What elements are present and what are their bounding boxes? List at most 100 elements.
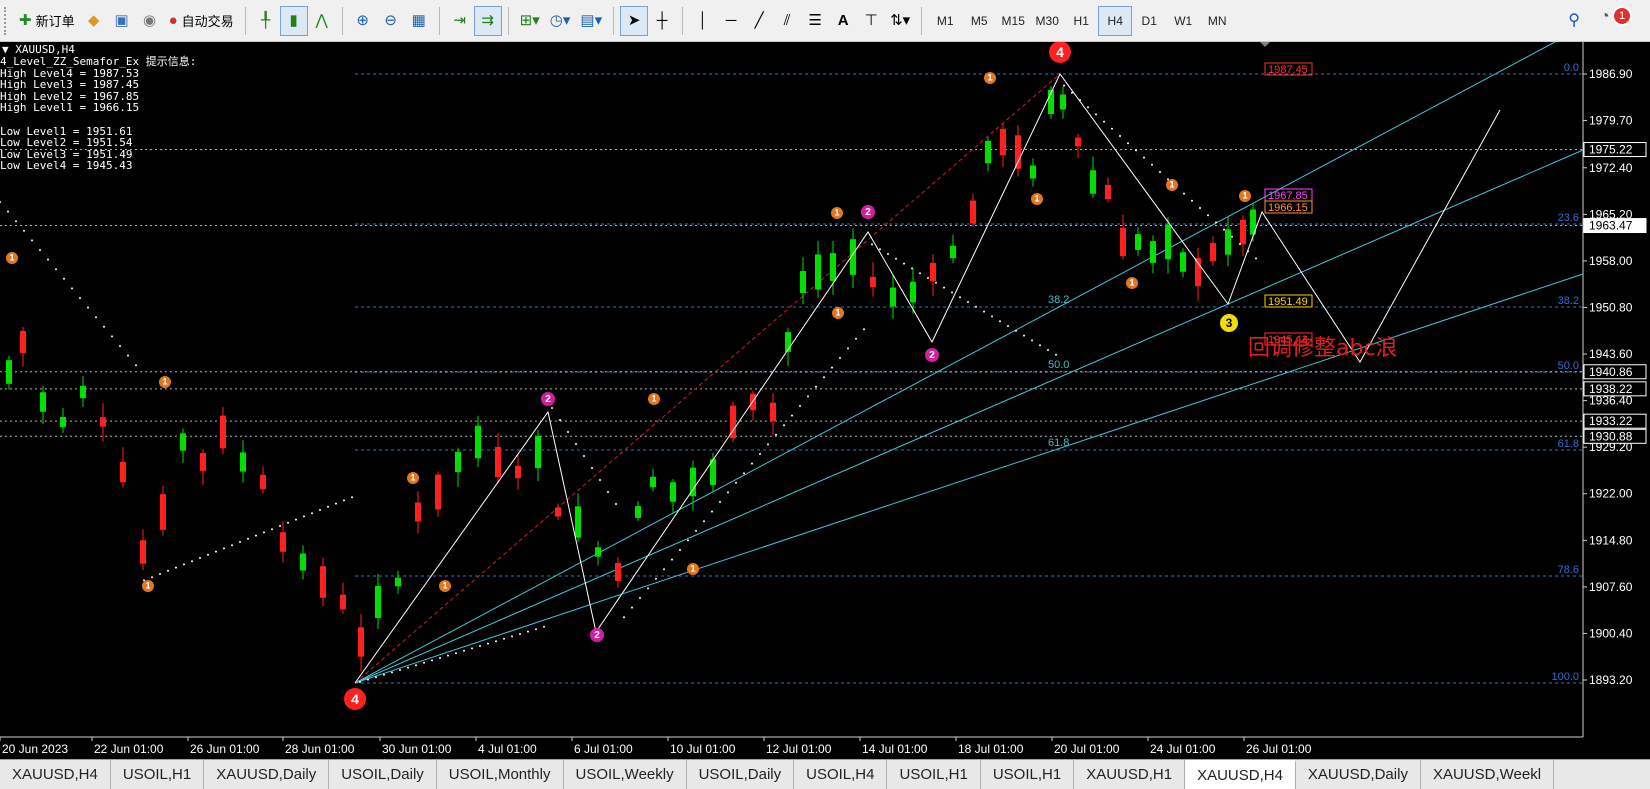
chart-tab[interactable]: USOIL,H1: [980, 760, 1075, 789]
notifications-button[interactable]: ◔ 1: [1600, 6, 1632, 34]
timeframe-h4[interactable]: H4: [1098, 5, 1133, 36]
sar-dot: [439, 657, 441, 659]
sar-dot: [999, 320, 1001, 323]
candle-body: [1135, 234, 1141, 250]
zoom-in-button[interactable]: ⊕: [349, 6, 377, 36]
chart-tab[interactable]: USOIL,H1: [110, 760, 205, 789]
sar-dot: [951, 291, 953, 294]
fibonacci-button[interactable]: ☰: [801, 6, 829, 36]
chart-tab[interactable]: XAUUSD,H4: [0, 760, 111, 789]
toolbar-grip[interactable]: [4, 6, 10, 35]
chart-shift-button[interactable]: ⇥: [446, 6, 474, 36]
periods-button[interactable]: ◷▾: [545, 6, 576, 36]
fib-inner-label: 38.2: [1048, 294, 1069, 306]
timeframe-m15[interactable]: M15: [996, 6, 1030, 36]
candle-body: [815, 254, 821, 290]
tile-windows-button[interactable]: ▦: [405, 6, 433, 36]
candle-body: [635, 506, 641, 518]
chart-tab[interactable]: XAUUSD,Daily: [204, 760, 330, 789]
sar-dot: [423, 661, 425, 664]
sar-dot: [1039, 344, 1041, 347]
new-order-button[interactable]: ✚ 新订单: [14, 6, 80, 36]
vertical-line-button[interactable]: │: [689, 6, 717, 36]
chart-tab[interactable]: XAUUSD,Daily: [1295, 760, 1421, 789]
text-label-button[interactable]: ⊤: [857, 6, 885, 36]
sar-dot: [1151, 163, 1153, 166]
sar-dot: [807, 395, 809, 398]
semafor-label: 1: [1034, 194, 1039, 204]
semafor-label: 1: [145, 581, 150, 591]
auto-scroll-button[interactable]: ⇉: [473, 5, 502, 36]
price-chart[interactable]: 0.0 23.6 38.2 50.0 61.8 78.6 100.0 38.2 50.0 61.8…: [0, 42, 1650, 759]
time-axis-label: 14 Jul 01:00: [862, 742, 928, 756]
auto-trading-button[interactable]: ● 自动交易: [164, 6, 239, 36]
chart-tab[interactable]: USOIL,Weekly: [563, 760, 687, 789]
chart-tab[interactable]: XAUUSD,H1: [1074, 760, 1186, 789]
semafor-label: 1: [9, 253, 14, 263]
chart-tab[interactable]: USOIL,Monthly: [436, 760, 564, 789]
candle-body: [100, 417, 106, 427]
chart-tab[interactable]: USOIL,Daily: [329, 760, 437, 789]
chart-tab[interactable]: USOIL,H1: [887, 760, 981, 789]
chart-shift-marker[interactable]: [1260, 42, 1270, 47]
cursor-button[interactable]: ➤: [620, 5, 649, 36]
candle-body: [1120, 227, 1126, 257]
line-chart-button[interactable]: ⋀: [308, 6, 336, 36]
templates-button[interactable]: ▤▾: [575, 6, 607, 36]
chart-tab[interactable]: XAUUSD,H4: [1185, 760, 1296, 789]
timeframe-m1[interactable]: M1: [928, 6, 962, 36]
time-axis-label: 20 Jun 2023: [2, 742, 68, 756]
arrows-button[interactable]: ⇅▾: [885, 6, 915, 36]
equidistant-channel-button[interactable]: ⫽: [773, 6, 801, 36]
chart-tab[interactable]: XAUUSD,Weekl: [1420, 760, 1555, 789]
candle-body: [300, 553, 306, 571]
sar-dot: [751, 462, 753, 465]
sar-dot: [463, 649, 465, 652]
fib-level-label: 23.6: [1558, 212, 1579, 224]
meta-editor-button[interactable]: ◆: [80, 6, 108, 36]
semafor-label: 1: [442, 581, 447, 591]
candle-body: [220, 415, 226, 449]
price-axis-label: 1943.60: [1589, 347, 1633, 361]
price-tag-label: 1940.86: [1589, 365, 1633, 379]
time-axis-label: 28 Jun 01:00: [285, 742, 355, 756]
indicators-button[interactable]: ⊞▾: [515, 6, 545, 36]
chart-canvas[interactable]: 0.0 23.6 38.2 50.0 61.8 78.6 100.0 38.2 50.0 61.8…: [0, 42, 1650, 759]
bar-chart-button[interactable]: ╀: [252, 6, 280, 36]
horizontal-line-button[interactable]: ─: [717, 6, 745, 36]
sar-dot: [407, 666, 409, 669]
sar-dot: [911, 267, 913, 270]
sar-dot: [303, 515, 305, 518]
sar-dot: [1055, 353, 1057, 356]
crosshair-button[interactable]: ┼: [648, 6, 676, 36]
sar-dot: [335, 502, 337, 505]
chart-tab[interactable]: USOIL,H4: [794, 760, 888, 789]
sar-dot: [199, 557, 201, 559]
timeframe-w1[interactable]: W1: [1166, 6, 1200, 36]
zoom-out-button[interactable]: ⊖: [377, 6, 405, 36]
candle-body: [670, 482, 676, 502]
timeframe-m5[interactable]: M5: [962, 6, 996, 36]
channel-icon: ⫽: [783, 12, 791, 29]
candle-body: [6, 360, 12, 384]
sar-dot: [895, 257, 897, 260]
candle-body: [575, 506, 581, 538]
sar-dot: [63, 277, 65, 280]
sar-dot: [415, 664, 417, 667]
candle-body: [20, 330, 26, 354]
trendline-button[interactable]: ╱: [745, 6, 773, 36]
history-button[interactable]: ▣: [108, 6, 136, 36]
search-button[interactable]: ⚲: [1568, 10, 1580, 30]
timeframe-mn[interactable]: MN: [1200, 6, 1234, 36]
timeframe-m30[interactable]: M30: [1030, 6, 1064, 36]
sar-dot: [383, 673, 385, 676]
chart-tab[interactable]: USOIL,Daily: [686, 760, 795, 789]
timeframe-d1[interactable]: D1: [1132, 6, 1166, 36]
timeframe-h1[interactable]: H1: [1064, 6, 1098, 36]
signals-button[interactable]: ◉: [136, 6, 164, 36]
candle-chart-button[interactable]: ▮: [279, 5, 308, 36]
price-axis-label: 1958.00: [1589, 254, 1633, 268]
sar-dot: [39, 249, 41, 251]
text-button[interactable]: A: [829, 6, 857, 36]
semafor-label: 1: [987, 73, 992, 83]
